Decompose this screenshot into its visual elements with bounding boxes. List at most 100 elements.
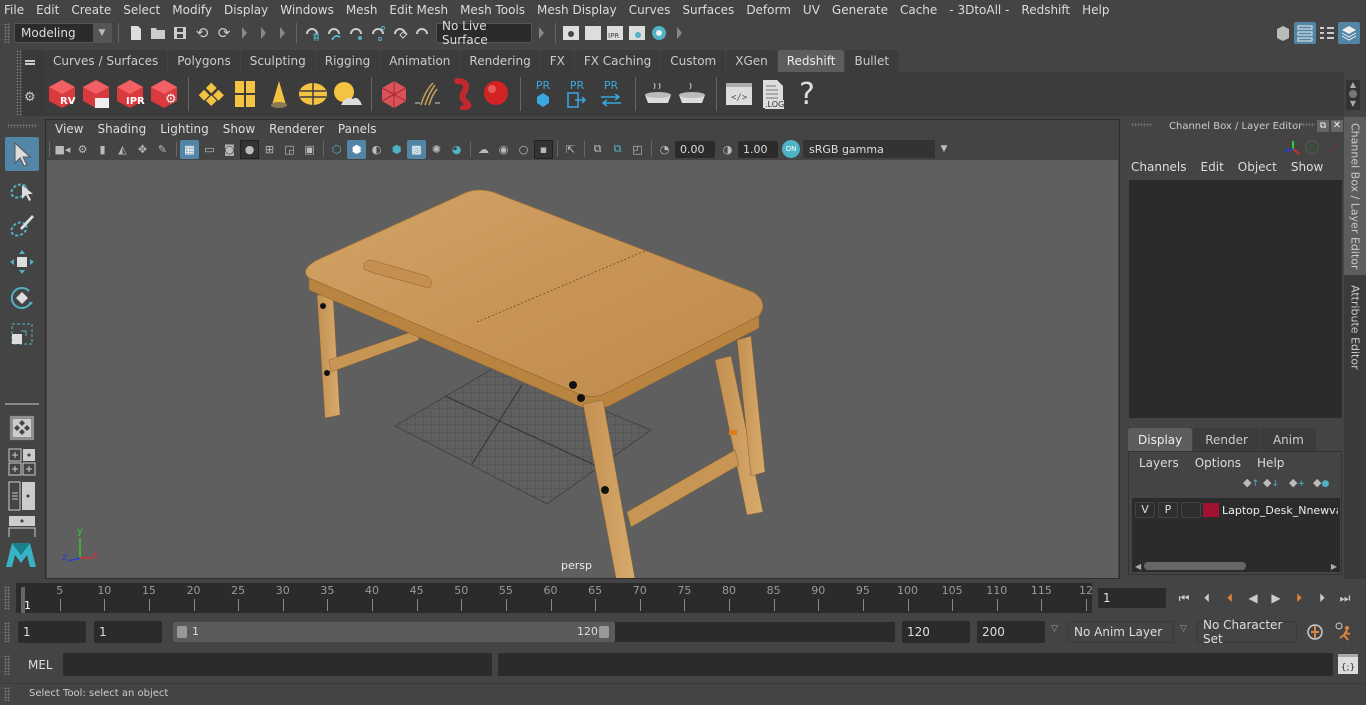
viewport-menu-lighting[interactable]: Lighting bbox=[153, 120, 216, 139]
layer-display-type-toggle[interactable] bbox=[1181, 502, 1201, 518]
textured-icon[interactable]: ▩ bbox=[407, 139, 426, 159]
shelf-tab-redshift[interactable]: Redshift bbox=[777, 50, 845, 72]
menu-select[interactable]: Select bbox=[117, 0, 166, 20]
menu-create[interactable]: Create bbox=[65, 0, 117, 20]
collapse-caret-icon[interactable] bbox=[280, 27, 285, 39]
shelf-tab-bullet[interactable]: Bullet bbox=[845, 50, 899, 72]
range-grip[interactable] bbox=[4, 622, 10, 642]
grease-pencil-icon[interactable]: ✎ bbox=[153, 140, 172, 159]
side-tab-channel-box[interactable]: Channel Box / Layer Editor bbox=[1344, 117, 1366, 275]
viewport-menu-show[interactable]: Show bbox=[216, 120, 262, 139]
film-gate-icon[interactable]: ▭ bbox=[200, 140, 219, 159]
safe-title-icon[interactable]: ▣ bbox=[300, 140, 319, 159]
play-forwards-icon[interactable]: ▶ bbox=[1266, 588, 1286, 608]
redshift-batch-render-icon[interactable] bbox=[80, 76, 112, 112]
panel-grip[interactable] bbox=[1131, 123, 1153, 127]
layer-visibility-toggle[interactable]: V bbox=[1135, 502, 1155, 518]
menu-edit[interactable]: Edit bbox=[30, 0, 65, 20]
menu-modify[interactable]: Modify bbox=[166, 0, 218, 20]
range-slider-bar[interactable]: 1 120 bbox=[173, 622, 615, 642]
scroll-up-icon[interactable]: ▲ bbox=[1346, 80, 1360, 89]
auto-key-icon[interactable] bbox=[1305, 622, 1325, 642]
redshift-log-icon[interactable]: .LOG bbox=[757, 76, 789, 112]
toolbox-grip[interactable] bbox=[7, 124, 37, 128]
default-material-icon[interactable]: ◐ bbox=[367, 140, 386, 159]
camera-attributes-icon[interactable]: ⚙ bbox=[73, 140, 92, 159]
layer-color-swatch[interactable] bbox=[1203, 503, 1219, 517]
redshift-ies-light-icon[interactable] bbox=[263, 76, 295, 112]
new-scene-icon[interactable] bbox=[125, 22, 147, 44]
playback-start-field[interactable]: 1 bbox=[94, 621, 162, 643]
new-layer-from-selected-icon[interactable]: ◆● bbox=[1313, 476, 1333, 489]
redshift-portal-light-icon[interactable] bbox=[229, 76, 261, 112]
wireframe-icon[interactable]: ⬡ bbox=[327, 140, 346, 159]
persp-graph-layout-button[interactable] bbox=[5, 515, 39, 537]
redshift-proxy-icon[interactable] bbox=[378, 76, 410, 112]
gate-mask-icon[interactable]: ● bbox=[240, 139, 259, 159]
scroll-thumb[interactable] bbox=[1349, 90, 1357, 98]
image-plane-icon[interactable]: ◭ bbox=[113, 140, 132, 159]
menu-redshift[interactable]: Redshift bbox=[1015, 0, 1076, 20]
status-line-grip[interactable] bbox=[4, 23, 10, 43]
edit-menu[interactable]: Edit bbox=[1201, 160, 1224, 174]
select-tool[interactable] bbox=[5, 137, 39, 171]
redshift-hair-icon[interactable] bbox=[412, 76, 444, 112]
bookmark-icon[interactable]: ▮ bbox=[93, 140, 112, 159]
move-layer-up-icon[interactable]: ◆↑ bbox=[1243, 476, 1263, 489]
xray-icon[interactable]: ⧉ bbox=[588, 140, 607, 159]
redshift-bake-set-icon[interactable] bbox=[642, 76, 674, 112]
step-back-frame-icon[interactable]: ⏴ bbox=[1197, 588, 1217, 608]
redshift-pr-object-icon[interactable]: PR bbox=[527, 76, 559, 112]
layer-tab-anim[interactable]: Anim bbox=[1260, 428, 1316, 451]
layer-name[interactable]: Laptop_Desk_Nnewvar bbox=[1222, 504, 1338, 517]
xray-components-icon[interactable]: ◰ bbox=[628, 140, 647, 159]
play-backwards-icon[interactable]: ◀ bbox=[1243, 588, 1263, 608]
attribute-editor-toggle-icon[interactable] bbox=[1294, 22, 1316, 44]
anim-layer-dropdown[interactable]: No Anim Layer bbox=[1068, 621, 1174, 643]
menu-deform[interactable]: Deform bbox=[740, 0, 797, 20]
shelf-menu-icon[interactable] bbox=[25, 60, 35, 62]
snap-live-icon[interactable] bbox=[389, 22, 411, 44]
menu-3dtoall[interactable]: - 3DtoAll - bbox=[943, 0, 1015, 20]
channel-box-mode-icon[interactable] bbox=[1305, 140, 1319, 154]
menu-surfaces[interactable]: Surfaces bbox=[676, 0, 740, 20]
use-all-lights-icon[interactable]: ✺ bbox=[427, 140, 446, 159]
snap-curve-icon[interactable] bbox=[323, 22, 345, 44]
viewport-3d-canvas[interactable]: y x z persp bbox=[47, 160, 1118, 578]
panel-grip[interactable] bbox=[1293, 123, 1315, 127]
snap-grid-icon[interactable] bbox=[301, 22, 323, 44]
current-frame-field[interactable]: 1 bbox=[1098, 588, 1166, 608]
two-d-pan-zoom-icon[interactable]: ✥ bbox=[133, 140, 152, 159]
collapse-caret-icon[interactable] bbox=[677, 27, 682, 39]
redshift-script-editor-icon[interactable]: </> bbox=[723, 76, 755, 112]
shelf-grip[interactable] bbox=[16, 50, 22, 116]
step-forward-key-icon[interactable]: ⏵ bbox=[1289, 588, 1309, 608]
redshift-settings-icon[interactable]: ⚙ bbox=[148, 76, 180, 112]
shelf-tab-custom[interactable]: Custom bbox=[661, 50, 726, 72]
scroll-thumb[interactable] bbox=[1144, 562, 1247, 570]
xray-joints-icon[interactable]: ⧉ bbox=[608, 140, 627, 159]
layer-tab-render[interactable]: Render bbox=[1193, 428, 1260, 451]
script-language-toggle[interactable]: MEL bbox=[28, 658, 53, 672]
safe-action-icon[interactable]: ◲ bbox=[280, 140, 299, 159]
shelf-tab-sculpting[interactable]: Sculpting bbox=[240, 50, 315, 72]
tool-settings-icon[interactable] bbox=[1316, 22, 1338, 44]
shelf-settings-gear-icon[interactable]: ⚙ bbox=[24, 90, 36, 105]
redshift-pr-export-icon[interactable]: PR bbox=[561, 76, 593, 112]
shelf-tab-animation[interactable]: Animation bbox=[380, 50, 460, 72]
redshift-volume-icon[interactable] bbox=[446, 76, 478, 112]
color-management-toggle[interactable]: ON bbox=[782, 140, 800, 158]
redshift-render-view-icon[interactable]: RV bbox=[46, 76, 78, 112]
shadows-icon[interactable]: ◕ bbox=[447, 140, 466, 159]
menu-cache[interactable]: Cache bbox=[894, 0, 943, 20]
time-ruler[interactable]: 1 5 10 15 20 25 30 35 40 45 50 55 60 65 70 75 80 85 90 95 1… bbox=[16, 583, 1093, 613]
shelf-tab-fx-caching[interactable]: FX Caching bbox=[574, 50, 661, 72]
channels-menu[interactable]: Channels bbox=[1131, 160, 1187, 174]
menu-curves[interactable]: Curves bbox=[623, 0, 677, 20]
menu-uv[interactable]: UV bbox=[797, 0, 826, 20]
redshift-area-light-icon[interactable] bbox=[195, 76, 227, 112]
select-camera-icon[interactable]: ■◂ bbox=[53, 140, 72, 159]
animation-preferences-icon[interactable] bbox=[1334, 622, 1354, 642]
channel-box-toggle-icon[interactable] bbox=[1338, 22, 1360, 44]
field-chart-icon[interactable]: ⊞ bbox=[260, 140, 279, 159]
